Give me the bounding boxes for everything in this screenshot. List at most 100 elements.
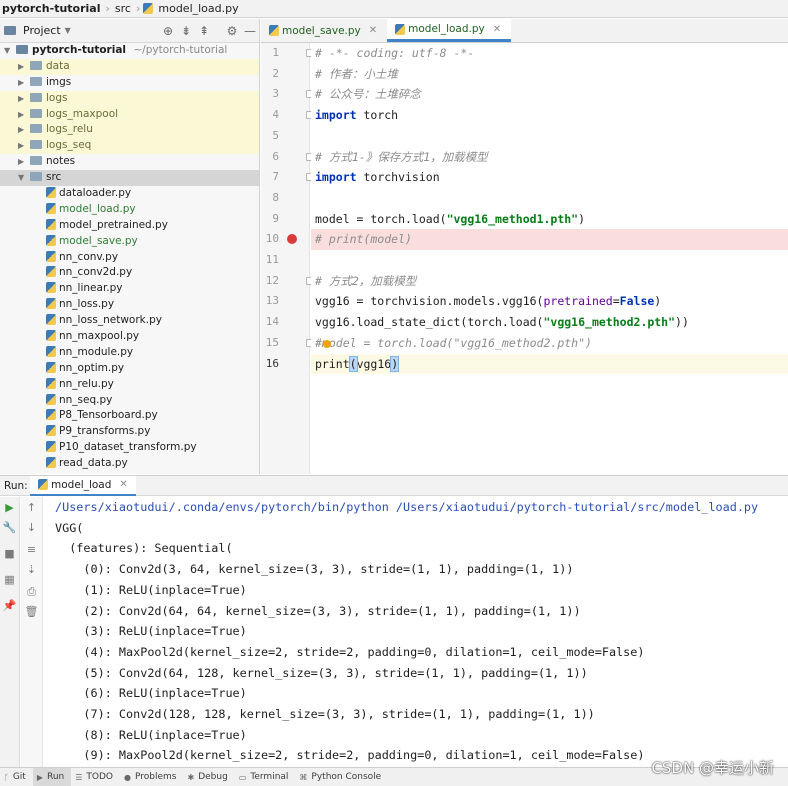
folder-icon [30,124,42,134]
tool-window-label: Terminal [250,772,289,782]
tree-item[interactable]: P10_dataset_transform.py [0,440,259,456]
tree-item[interactable]: ▶ logs_maxpool [0,106,259,123]
project-view-selector[interactable]: Project [23,24,61,37]
stop-icon[interactable]: ■ [0,547,19,560]
expand-all-icon[interactable]: ⇟ [177,24,195,38]
trash-icon[interactable]: 🗑 [21,605,42,618]
tree-item-label: nn_module.py [59,345,134,358]
tool-window-problems[interactable]: ● Problems [120,768,183,786]
minimize-icon[interactable]: — [241,24,259,38]
python-console-icon: ⌘ [299,772,308,782]
breakpoint-icon[interactable] [287,234,297,245]
tree-item[interactable]: ▶ logs_relu [0,122,259,139]
run-console[interactable]: /Users/xiaotudui/.conda/envs/pytorch/bin… [44,497,788,767]
tool-window-todo[interactable]: ☰ TODO [71,768,120,786]
rerun-icon[interactable]: ▶ [0,501,19,514]
tree-item-label: pytorch-tutorial [32,44,127,56]
editor-tab-bar: model_save.py ✕ model_load.py ✕ [261,19,788,43]
tree-item[interactable]: ▶ notes [0,154,259,170]
collapsed-arrow-icon[interactable]: ▶ [18,154,30,170]
tool-window-debug[interactable]: ✱ Debug [184,768,235,786]
folder-icon [30,172,42,182]
breadcrumb-project[interactable]: pytorch-tutorial [0,2,103,15]
expanded-arrow-icon[interactable]: ▼ [4,43,16,59]
collapsed-arrow-icon[interactable]: ▶ [18,75,30,91]
tree-item[interactable]: ▶ logs_seq [0,138,259,155]
tree-item[interactable]: nn_linear.py [0,281,259,297]
tree-item-label: P8_Tensorboard.py [59,409,158,422]
gear-icon[interactable]: ⚙ [223,24,241,38]
tree-item[interactable]: P8_Tensorboard.py [0,408,259,424]
breadcrumb-folder[interactable]: src [113,2,133,15]
close-icon[interactable]: ✕ [493,24,501,35]
tree-item-label: model_save.py [59,234,138,247]
tree-item-label: imgs [46,75,72,88]
collapse-all-icon[interactable]: ⇞ [195,24,213,38]
tool-window-terminal[interactable]: ▭ Terminal [235,768,296,786]
wrench-icon[interactable]: 🔧 [0,521,19,534]
tool-window-run[interactable]: ▶ Run [32,768,72,786]
intention-bulb-icon[interactable] [323,339,331,348]
tree-item-label: nn_conv2d.py [59,266,133,279]
line-number: 1 [272,46,279,59]
tree-item[interactable]: ▶ data [0,58,259,75]
soft-wrap-icon[interactable]: ≡ [21,543,42,556]
collapsed-arrow-icon[interactable]: ▶ [18,138,30,154]
code-line: import torch [315,108,399,123]
tree-item[interactable]: ▶ logs [0,90,259,107]
tree-item[interactable]: nn_loss.py [0,297,259,313]
tree-item[interactable]: nn_module.py [0,345,259,361]
tree-item[interactable]: nn_conv2d.py [0,265,259,281]
tree-item[interactable]: model_load.py [0,202,259,218]
arrow-up-icon[interactable]: ↑ [21,501,42,514]
tree-item-label: logs [46,91,68,104]
scroll-to-end-icon[interactable]: ⇣ [21,563,42,576]
console-line: (2): Conv2d(64, 64, kernel_size=(3, 3), … [55,603,581,618]
tree-item[interactable]: nn_loss_network.py [0,313,259,329]
tree-item[interactable]: model_pretrained.py [0,218,259,234]
tool-window-git[interactable]: ᚴ Git [0,768,33,786]
tab-model-save[interactable]: model_save.py ✕ [261,19,387,42]
locate-icon[interactable]: ⊕ [159,24,177,38]
tree-item[interactable]: nn_seq.py [0,393,259,409]
print-icon[interactable]: ⎙ [21,585,42,599]
collapsed-arrow-icon[interactable]: ▶ [18,59,30,75]
tool-window-python-console[interactable]: ⌘ Python Console [295,768,388,786]
collapsed-arrow-icon[interactable]: ▶ [18,107,30,123]
tree-item[interactable]: nn_relu.py [0,377,259,393]
python-file-icon [46,441,56,453]
tree-item[interactable]: ▼ pytorch-tutorial ~/pytorch-tutorial [0,43,259,59]
run-tab-model-load[interactable]: model_load ✕ [30,475,136,496]
chevron-right-icon: › [105,2,110,15]
tree-item[interactable]: nn_maxpool.py [0,329,259,345]
tree-item[interactable]: nn_conv.py [0,250,259,266]
collapsed-arrow-icon[interactable]: ▶ [18,91,30,107]
close-icon[interactable]: ✕ [369,25,377,36]
folder-icon [16,45,28,54]
breadcrumb-file[interactable]: model_load.py [156,2,240,15]
tree-item[interactable]: nn_optim.py [0,361,259,377]
tree-item[interactable]: ▶ imgs [0,75,259,91]
chevron-down-icon[interactable]: ▼ [61,26,75,35]
tree-item[interactable]: model_save.py [0,234,259,250]
run-icon: ▶ [36,772,43,782]
tab-model-load[interactable]: model_load.py ✕ [387,19,512,42]
close-icon[interactable]: ✕ [119,479,127,490]
python-file-icon [46,377,56,389]
project-folder-icon [4,26,16,35]
tree-item[interactable]: P9_transforms.py [0,424,259,440]
tree-item[interactable]: dataloader.py [0,186,259,202]
code-line: vgg16 = torchvision.models.vgg16(pretrai… [315,294,662,309]
console-line: (7): Conv2d(128, 128, kernel_size=(3, 3)… [55,707,595,721]
tree-item[interactable]: read_data.py [0,456,259,472]
collapsed-arrow-icon[interactable]: ▶ [18,122,30,138]
layout-icon[interactable]: ▦ [0,573,19,586]
editor-gutter[interactable]: 1 2 3 4 5 6 7 8 9 10 11 12 13 14 15 16 [261,43,312,474]
code-editor[interactable]: # -*- coding: utf-8 -*- # 作者：小土堆 # 公众号：土堆碎… [311,43,788,474]
arrow-down-icon[interactable]: ↓ [21,521,42,534]
tree-item[interactable]: ▼ src [0,170,259,187]
pin-icon[interactable]: 📌 [0,599,19,612]
expanded-arrow-icon[interactable]: ▼ [18,170,30,186]
